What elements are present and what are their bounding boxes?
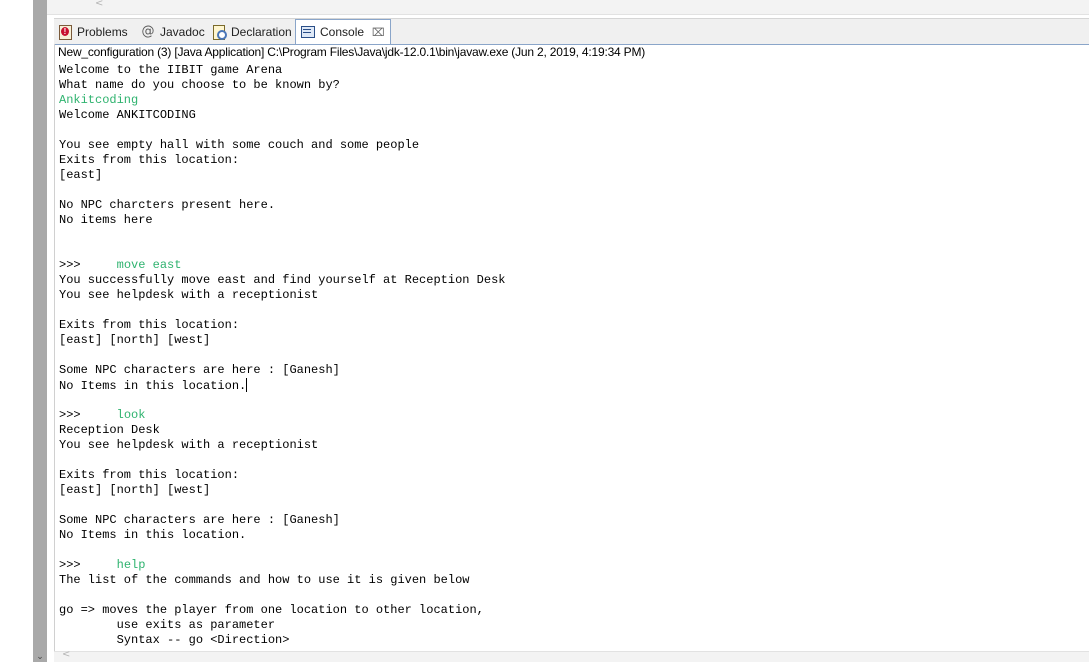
prompt-marker: >>> [59,408,81,422]
console-line-text: You see helpdesk with a receptionist [59,288,319,302]
prompt-marker: >>> [59,258,81,272]
tab-label: Declaration [231,24,292,39]
console-output-line: Some NPC characters are here : [Ganesh] [59,363,505,378]
console-output-line: go => moves the player from one location… [59,603,505,618]
console-output-line: [east] [59,168,505,183]
tab-javadoc[interactable]: @ Javadoc [140,20,205,43]
left-scrollbar[interactable]: ⌄ [33,0,47,662]
console-icon [300,24,316,40]
console-line-text: You see helpdesk with a receptionist [59,438,319,452]
console-output-line: Exits from this location: [59,318,505,333]
declaration-icon [211,24,227,40]
console-line-text: Exits from this location: [59,153,240,167]
console-output-line: You see helpdesk with a receptionist [59,288,505,303]
console-line-text: You see empty hall with some couch and s… [59,138,420,152]
console-prompt-line: >>> move east [59,258,505,273]
tab-console[interactable]: Console ⌧ [295,19,391,44]
console-line-text: [east] [north] [west] [59,333,211,347]
console-user-input: Ankitcoding [59,93,139,107]
console-output-line: Reception Desk [59,423,505,438]
console-output-line: No Items in this location. [59,378,505,393]
console-line-text: Exits from this location: [59,468,240,482]
tab-label: Console [320,25,365,39]
console-output-line: Some NPC characters are here : [Ganesh] [59,513,505,528]
console-line-text: Welcome ANKITCODING [59,108,196,122]
tab-label: Javadoc [160,24,205,39]
console-user-input: help [116,558,146,572]
tab-declaration[interactable]: Declaration [211,20,292,43]
console-line-text: Some NPC characters are here : [Ganesh] [59,513,340,527]
console-line-text: [east] [59,168,103,182]
console-line-text: Exits from this location: [59,318,240,332]
prompt-marker: >>> [59,558,81,572]
console-output-line: You successfully move east and find your… [59,273,505,288]
console-line-text: Welcome to the IIBIT game Arena [59,63,283,77]
chevron-down-icon[interactable]: ⌄ [33,652,47,662]
problems-icon [57,24,73,40]
chevron-left-icon[interactable]: < [62,649,70,660]
close-icon[interactable]: ⌧ [372,26,385,39]
console-output-line: No Items in this location. [59,528,505,543]
console-line-text: The list of the commands and how to use … [59,573,470,587]
console-output-line: use exits as parameter [59,618,505,633]
console-text[interactable]: Welcome to the IIBIT game Arena What name… [59,63,505,648]
horizontal-scrollbar-top[interactable]: < [47,0,1089,15]
console-line-text: Reception Desk [59,423,160,437]
console-user-input: move east [116,258,182,272]
console-line-text: [east] [north] [west] [59,483,211,497]
console-line-text: You successfully move east and find your… [59,273,506,287]
javadoc-icon: @ [141,23,155,39]
console-process-header: New_configuration (3) [Java Application]… [54,44,1089,61]
console-output-line: You see helpdesk with a receptionist [59,438,505,453]
console-line-text: Syntax -- go <Direction> [59,633,290,647]
console-line-text: Some NPC characters are here : [Ganesh] [59,363,340,377]
text-caret [246,378,248,392]
chevron-left-icon[interactable]: < [95,0,103,9]
console-output-line: Welcome to the IIBIT game Arena [59,63,505,78]
console-output-line: You see empty hall with some couch and s… [59,138,505,153]
tab-label: Problems [77,24,128,39]
console-output-line: No NPC charcters present here. [59,198,505,213]
console-output-line: What name do you choose to be known by? [59,78,505,93]
console-output-line: Exits from this location: [59,153,505,168]
console-line-text: No items here [59,213,153,227]
console-prompt-line: >>> look [59,408,505,423]
console-line-text: No NPC charcters present here. [59,198,276,212]
console-line-text: use exits as parameter [59,618,276,632]
console-output-line: Welcome ANKITCODING [59,108,505,123]
console-line-text: No Items in this location. [59,528,247,542]
console-line-text: What name do you choose to be known by? [59,78,340,92]
console-output[interactable]: Welcome to the IIBIT game Arena What name… [54,61,1089,652]
console-output-line: The list of the commands and how to use … [59,573,505,588]
console-output-line: No items here [59,213,505,228]
tab-problems[interactable]: Problems [57,20,128,43]
console-output-line: Syntax -- go <Direction> [59,633,505,648]
console-output-line: Exits from this location: [59,468,505,483]
left-gutter [0,0,33,662]
console-user-input: look [116,408,146,422]
view-tab-bar: Problems @ Javadoc Declaration Console ⌧ [54,18,1089,45]
console-line-text: No Items in this location. [59,379,247,393]
horizontal-scrollbar-bottom[interactable]: < [54,649,1089,662]
console-line-text: go => moves the player from one location… [59,603,484,617]
console-output-line: [east] [north] [west] [59,333,505,348]
console-prompt-line: >>> help [59,558,505,573]
console-output-line: [east] [north] [west] [59,483,505,498]
